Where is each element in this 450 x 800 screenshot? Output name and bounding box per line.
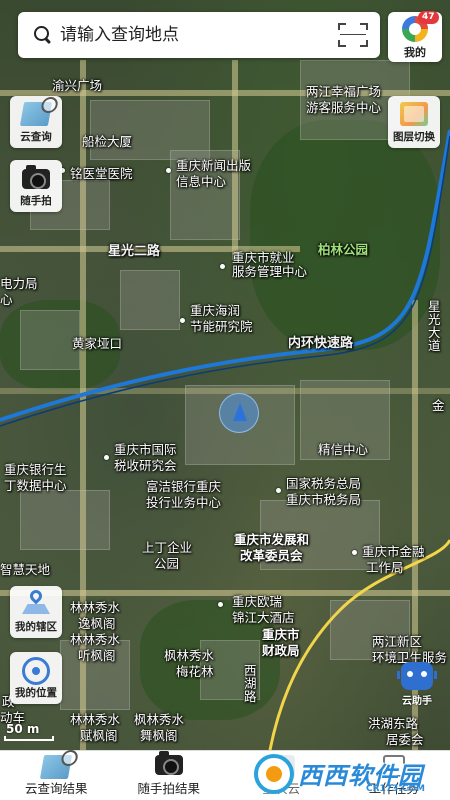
map-label: 重庆欧瑞: [232, 594, 283, 609]
road-label: 西湖路: [244, 663, 257, 704]
my-location-button[interactable]: 我的位置: [10, 652, 62, 704]
robot-icon: [397, 662, 437, 690]
map-label: 洪湖东路: [368, 716, 419, 731]
map-label: 赋枫阁: [80, 728, 118, 743]
map-label: 黄家垭口: [72, 336, 123, 351]
layers-icon: [400, 102, 428, 126]
layer-switch-button[interactable]: 图层切换: [388, 96, 440, 148]
map-label: 上丁企业: [142, 540, 193, 555]
map-search-icon: [40, 755, 73, 779]
cloud-assistant-button[interactable]: 云助手: [392, 660, 442, 708]
search-icon: [32, 24, 54, 46]
my-district-button[interactable]: 我的辖区: [10, 586, 62, 638]
map-label: 重庆市发展和: [234, 532, 310, 547]
map-label: 重庆银行生: [4, 462, 67, 477]
road-label: 内环快速路: [288, 336, 354, 351]
map-label: 船检大厦: [82, 134, 133, 149]
map-label: 枫林秀水: [134, 712, 185, 727]
map-label: 舞枫阁: [140, 728, 178, 743]
scan-icon[interactable]: [338, 23, 368, 47]
map-label: 智慧天地: [0, 562, 51, 577]
map-label: 锦江大酒店: [232, 610, 295, 625]
map-label: 丁数据中心: [4, 478, 67, 493]
map-label: 渝兴广场: [52, 78, 103, 93]
map-label: 节能研究院: [190, 319, 253, 334]
notification-badge: 47: [418, 11, 439, 24]
map-label: 国家税务总局: [286, 476, 362, 491]
map-label: 林林秀水: [70, 632, 121, 647]
map-label: 金: [432, 398, 445, 413]
my-district-label: 我的辖区: [15, 621, 57, 633]
map-label: 重庆新闻出版: [176, 158, 252, 173]
satellite-map[interactable]: 渝兴广场 两江幸福广场 游客服务中心 船检大厦 铭医堂医院 重庆新闻出版 信息中…: [0, 0, 450, 750]
map-label: 心: [0, 292, 13, 307]
layer-switch-label: 图层切换: [393, 131, 435, 143]
search-bar[interactable]: [18, 12, 380, 58]
map-label: 重庆市税务局: [286, 492, 362, 507]
cloud-query-button[interactable]: 云查询: [10, 96, 62, 148]
map-label: 重庆海润: [190, 303, 241, 318]
road-label: 星光二路: [108, 244, 161, 259]
map-label: 富洁银行重庆: [146, 479, 222, 494]
map-label: 电力局: [0, 276, 38, 291]
map-label: 信息中心: [176, 174, 227, 189]
search-input[interactable]: [60, 25, 320, 45]
map-label: 改革委员会: [240, 548, 303, 563]
map-label: 两江新区: [372, 634, 423, 649]
park-label: 柏林公园: [318, 242, 369, 257]
map-label: 林林秀水: [70, 600, 121, 615]
cloud-query-label: 云查询: [20, 131, 52, 143]
map-label: 重庆市国际: [114, 442, 177, 457]
watermark: 西西软件园 CR173.COM: [250, 748, 450, 800]
map-label: 枫林秀水: [164, 648, 215, 663]
map-label: 精信中心: [318, 442, 369, 457]
map-scale-label: 50 m: [6, 722, 40, 736]
map-label: 梅花林: [176, 664, 214, 679]
mine-button[interactable]: 47 我的: [388, 11, 442, 62]
map-label: 两江幸福广场: [306, 84, 382, 99]
map-label: 服务管理中心: [232, 264, 308, 279]
camera-icon: [154, 751, 183, 775]
my-location-label: 我的位置: [15, 687, 57, 699]
watermark-url: CR173.COM: [366, 784, 425, 794]
map-label: 重庆市: [262, 627, 300, 642]
location-target-icon: [22, 657, 50, 685]
camera-icon: [22, 165, 50, 189]
map-label: 重庆市金融: [362, 544, 425, 559]
map-label: 逸枫阁: [78, 616, 116, 631]
snapshot-button[interactable]: 随手拍: [10, 160, 62, 212]
nav-label: 云查询结果: [24, 781, 88, 796]
cloud-assistant-label: 云助手: [402, 696, 432, 707]
nav-label: 随手拍结果: [137, 781, 200, 796]
map-label: 公园: [154, 556, 180, 571]
map-label: 居委会: [386, 732, 424, 747]
mine-label: 我的: [404, 46, 426, 59]
map-label: 铭医堂医院: [70, 166, 133, 181]
map-label: 重庆市就业: [232, 250, 295, 265]
nav-snapshot-results[interactable]: 随手拍结果: [113, 751, 226, 800]
map-label: 财政局: [262, 643, 300, 658]
district-pin-icon: [22, 587, 50, 614]
map-label: 星光大道: [428, 299, 441, 353]
snapshot-label: 随手拍: [20, 195, 52, 207]
map-label: 听枫阁: [78, 648, 116, 663]
current-location-marker: [219, 393, 259, 433]
map-label: 税收研究会: [114, 458, 177, 473]
map-search-icon: [19, 102, 53, 126]
map-label: 投行业务中心: [146, 495, 222, 510]
nav-cloud-query-results[interactable]: 云查询结果: [0, 751, 113, 800]
map-label: 游客服务中心: [306, 100, 382, 115]
map-scale-bar: [4, 736, 54, 741]
map-label: 工作局: [366, 560, 404, 575]
map-label: 林林秀水: [70, 712, 121, 727]
watermark-logo-icon: [254, 754, 294, 794]
